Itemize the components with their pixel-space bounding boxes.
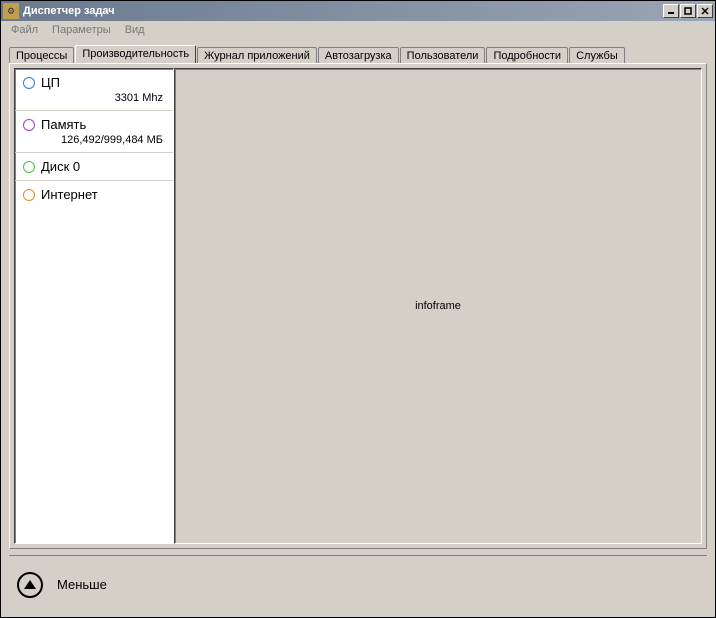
tab-details[interactable]: Подробности bbox=[486, 47, 568, 64]
sidebar-item-net[interactable]: Интернет bbox=[15, 181, 173, 208]
close-button[interactable] bbox=[697, 4, 713, 18]
menubar: Файл Параметры Вид bbox=[1, 21, 715, 39]
memory-label: Память bbox=[41, 117, 86, 132]
content-panel: ЦП 3301 Mhz Память 126,492/999,484 МБ Ди… bbox=[9, 63, 707, 549]
tab-processes[interactable]: Процессы bbox=[9, 47, 74, 64]
cpu-indicator-icon bbox=[23, 77, 35, 89]
tab-users[interactable]: Пользователи bbox=[400, 47, 486, 64]
tab-app-history[interactable]: Журнал приложений bbox=[197, 47, 317, 64]
tab-services[interactable]: Службы bbox=[569, 47, 625, 64]
tab-startup[interactable]: Автозагрузка bbox=[318, 47, 399, 64]
infoframe-panel: infoframe bbox=[174, 68, 702, 544]
performance-area: ЦП 3301 Mhz Память 126,492/999,484 МБ Ди… bbox=[10, 64, 706, 548]
window-title: Диспетчер задач bbox=[23, 5, 663, 17]
cpu-label: ЦП bbox=[41, 75, 60, 90]
net-indicator-icon bbox=[23, 189, 35, 201]
minimize-icon bbox=[667, 7, 675, 15]
disk-indicator-icon bbox=[23, 161, 35, 173]
app-icon: ⚙ bbox=[3, 3, 19, 19]
memory-value: 126,492/999,484 МБ bbox=[23, 134, 165, 146]
collapse-label: Меньше bbox=[57, 577, 107, 592]
tab-performance[interactable]: Производительность bbox=[75, 45, 196, 63]
footer: Меньше bbox=[9, 555, 707, 613]
arrow-up-icon bbox=[24, 580, 36, 589]
menu-options[interactable]: Параметры bbox=[46, 23, 117, 37]
menu-file[interactable]: Файл bbox=[5, 23, 44, 37]
tabs: Процессы Производительность Журнал прило… bbox=[1, 39, 715, 63]
sidebar-item-cpu[interactable]: ЦП 3301 Mhz bbox=[15, 69, 173, 111]
performance-sidebar: ЦП 3301 Mhz Память 126,492/999,484 МБ Ди… bbox=[14, 68, 174, 544]
menu-view[interactable]: Вид bbox=[119, 23, 151, 37]
minimize-button[interactable] bbox=[663, 4, 679, 18]
memory-indicator-icon bbox=[23, 119, 35, 131]
maximize-button[interactable] bbox=[680, 4, 696, 18]
close-icon bbox=[701, 7, 709, 15]
titlebar: ⚙ Диспетчер задач bbox=[1, 1, 715, 21]
cpu-value: 3301 Mhz bbox=[23, 92, 165, 104]
maximize-icon bbox=[684, 7, 692, 15]
window-controls bbox=[663, 4, 713, 18]
infoframe-text: infoframe bbox=[415, 300, 461, 312]
sidebar-item-disk[interactable]: Диск 0 bbox=[15, 153, 173, 181]
window: ⚙ Диспетчер задач Файл Параметры Вид Про… bbox=[0, 0, 716, 618]
net-label: Интернет bbox=[41, 187, 98, 202]
collapse-button[interactable] bbox=[17, 572, 43, 598]
sidebar-item-memory[interactable]: Память 126,492/999,484 МБ bbox=[15, 111, 173, 153]
disk-label: Диск 0 bbox=[41, 159, 80, 174]
